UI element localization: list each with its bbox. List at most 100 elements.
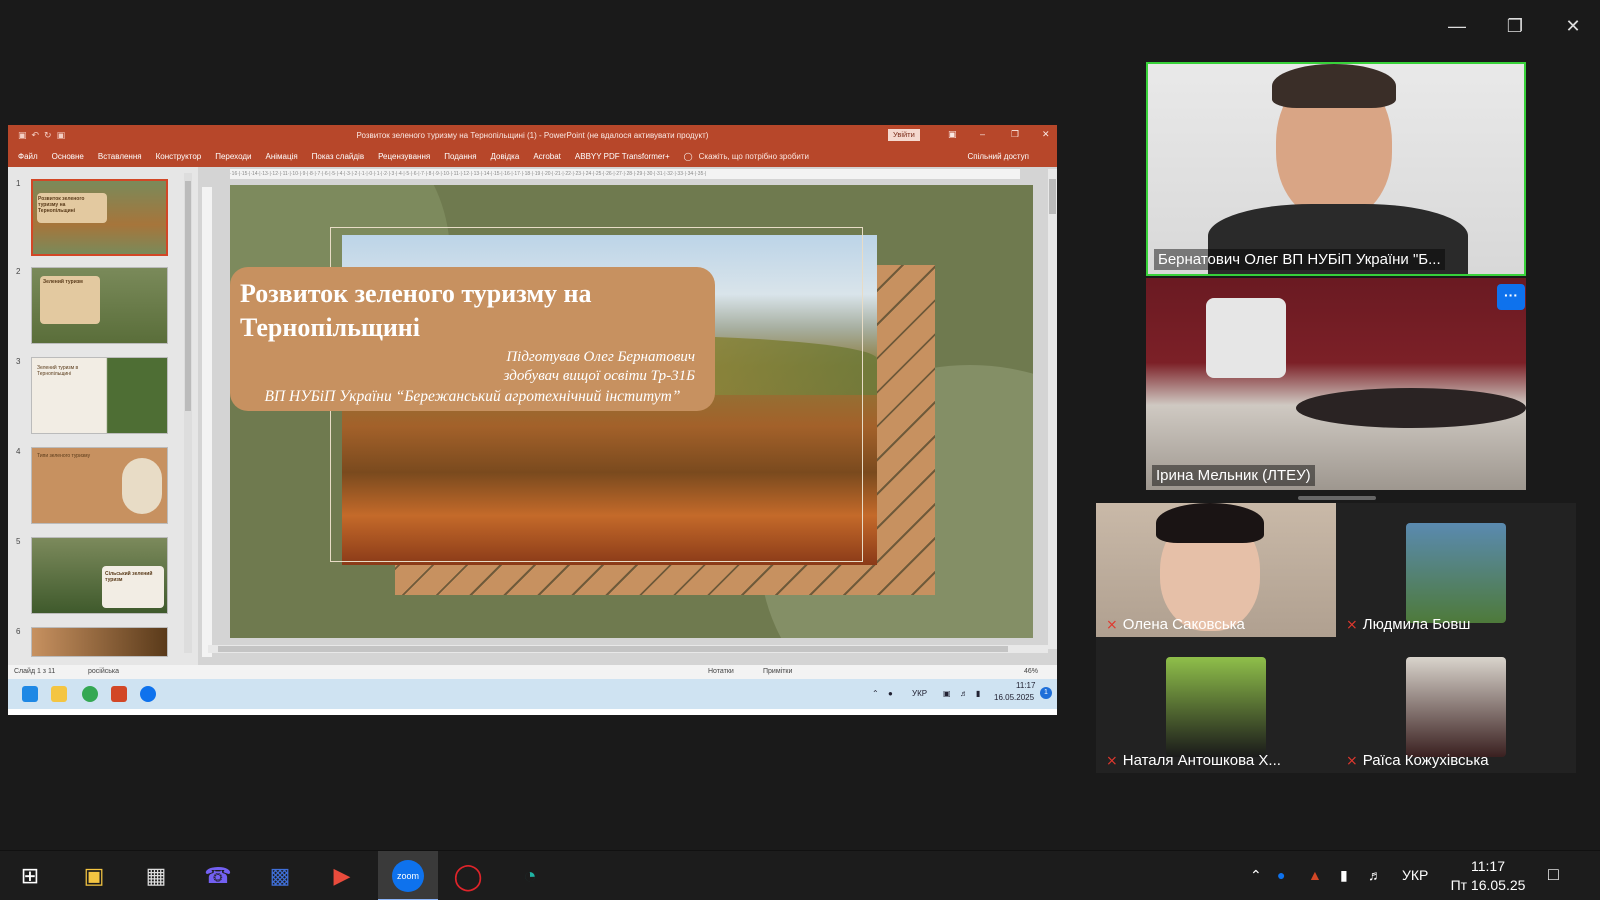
powerpoint-statusbar: Слайд 1 з 11 російська Нотатки Примітки …	[8, 665, 1057, 679]
volume-icon[interactable]: ♬	[1368, 867, 1382, 883]
inner-clock-date: 16.05.2025	[994, 693, 1035, 702]
edge-icon[interactable]: ◔	[514, 860, 546, 892]
sign-in-button[interactable]: Увійти	[888, 129, 920, 141]
tab-view[interactable]: Подання	[444, 152, 476, 161]
chevron-up-icon[interactable]: ⌃	[872, 689, 879, 698]
opera-icon[interactable]: ◯	[452, 860, 484, 892]
tab-transitions[interactable]: Переходи	[215, 152, 251, 161]
close-icon[interactable]: ✕	[1550, 8, 1596, 44]
ppt-restore-icon[interactable]: ❐	[1011, 129, 1019, 140]
more-options-button[interactable]: ···	[1497, 284, 1525, 310]
participant-tile[interactable]: ⨯ Раїса Кожухівська	[1336, 639, 1576, 773]
tab-review[interactable]: Рецензування	[378, 152, 430, 161]
thumbnail-slide-1[interactable]: Розвиток зеленого туризму на Тернопільщи…	[31, 179, 168, 256]
participant-tile-room[interactable]: Ірина Мельник (ЛТЕУ)	[1146, 278, 1526, 490]
thumbnail-number: 6	[16, 627, 21, 636]
thumbnail-slide-2[interactable]: Зелений туризм	[31, 267, 168, 344]
slide-canvas[interactable]: Розвиток зеленого туризму на Тернопільщи…	[230, 185, 1033, 638]
editor-vertical-scrollbar[interactable]	[1048, 169, 1057, 649]
system-clock[interactable]: 11:17 Пт 16.05.25	[1447, 857, 1529, 895]
tab-slideshow[interactable]: Показ слайдів	[312, 152, 364, 161]
tab-file[interactable]: Файл	[18, 152, 38, 161]
participant-avatar	[1166, 657, 1266, 757]
participant-tile[interactable]: ⨯ Людмила Бовш	[1336, 503, 1576, 637]
share-button[interactable]: Спільний доступ	[967, 152, 1029, 161]
presenter-taskbar: ⌃ ● УКР ▣ ♬ ▮ 11:17 16.05.2025 1	[8, 679, 1057, 709]
volume-icon[interactable]: ♬	[960, 689, 968, 698]
inner-language-indicator[interactable]: УКР	[912, 689, 927, 698]
participant-tile[interactable]: ⨯ Наталя Антошкова Х...	[1096, 639, 1336, 773]
ppt-minimize-icon[interactable]: –	[980, 129, 985, 139]
tab-help[interactable]: Довідка	[491, 152, 520, 161]
thumbnail-slide-6[interactable]	[31, 627, 168, 657]
editor-horizontal-scrollbar[interactable]	[208, 645, 1048, 653]
network-icon[interactable]: ▣	[943, 689, 951, 698]
slide-author[interactable]: Підготував Олег Бернатович	[240, 348, 695, 367]
ribbon-tabs: Файл Основне Вставлення Конструктор Пере…	[8, 145, 1057, 167]
slide-institution[interactable]: ВП НУБіП України “Бережанський агротехні…	[230, 387, 715, 406]
file-explorer-icon[interactable]: ▣	[78, 860, 110, 892]
media-app-icon[interactable]: ▶	[326, 860, 358, 892]
clock-time: 11:17	[1471, 858, 1505, 874]
chevron-up-icon[interactable]: ⌃	[1250, 867, 1262, 884]
language-indicator[interactable]: російська	[88, 665, 119, 679]
inner-clock-time: 11:17	[1016, 681, 1036, 690]
comments-button[interactable]: Примітки	[763, 665, 792, 679]
save-disk-icon[interactable]: ▩	[264, 860, 296, 892]
restore-icon[interactable]: ❐	[1492, 8, 1538, 44]
participant-label: ⨯ Олена Саковська	[1106, 616, 1245, 633]
participant-label: ⨯ Раїса Кожухівська	[1346, 752, 1489, 769]
tab-abbyy[interactable]: ABBYY PDF Transformer+	[575, 152, 670, 161]
slide-author-group[interactable]: здобувач вищої освіти Тр-31Б	[240, 367, 695, 386]
vertical-ruler	[202, 187, 212, 657]
ppt-close-icon[interactable]: ✕	[1042, 129, 1050, 140]
notification-badge[interactable]: 1	[1040, 687, 1052, 699]
language-indicator[interactable]: УКР	[1402, 867, 1428, 883]
tab-animations[interactable]: Анімація	[265, 152, 297, 161]
thumbnail-title	[34, 630, 94, 636]
thumbnail-title: Зелений туризм в Тернопільщині	[37, 365, 79, 377]
participant-tile[interactable]: ⨯ Олена Саковська	[1096, 503, 1336, 637]
slide-title[interactable]: Розвиток зеленого туризму на Тернопільщи…	[240, 277, 710, 345]
thumbnail-slide-5[interactable]: Сільський зелений туризм	[31, 537, 168, 614]
thumbnail-slide-4[interactable]: Типи зеленого туризму	[31, 447, 168, 524]
thumbnail-slide-3[interactable]: Зелений туризм в Тернопільщині	[31, 357, 168, 434]
microphone-icon[interactable]: ▮	[1340, 867, 1348, 884]
muted-mic-icon: ⨯	[1106, 616, 1118, 632]
calculator-icon[interactable]: ▦	[140, 860, 172, 892]
tab-insert[interactable]: Вставлення	[98, 152, 142, 161]
zoom-tray-icon[interactable]: ●	[1277, 867, 1285, 883]
windows-start-icon[interactable]	[22, 686, 38, 702]
participant-avatar	[1406, 657, 1506, 757]
zoom-app-icon[interactable]: zoom	[392, 860, 424, 892]
participant-name: Олена Саковська	[1122, 616, 1245, 633]
gallery-resize-handle[interactable]	[1298, 496, 1376, 500]
active-speaker-tile[interactable]: Бернатович Олег ВП НУБіП України "Б...	[1146, 62, 1526, 276]
participant-name: Ірина Мельник (ЛТЕУ)	[1152, 465, 1315, 486]
thumbnail-title: Сільський зелений туризм	[105, 571, 153, 583]
ribbon-display-icon[interactable]: ▣	[948, 129, 957, 140]
notes-button[interactable]: Нотатки	[708, 665, 734, 679]
slide-counter: Слайд 1 з 11	[14, 668, 56, 675]
tab-acrobat[interactable]: Acrobat	[533, 152, 561, 161]
viber-icon[interactable]: ☎	[202, 860, 234, 892]
windows-start-icon[interactable]: ⊞	[14, 860, 46, 892]
zoom-level[interactable]: 46%	[1024, 665, 1038, 679]
tray-app-icon[interactable]: ▲	[1308, 867, 1322, 883]
thumbnail-number: 4	[16, 447, 21, 456]
powerpoint-icon[interactable]	[111, 686, 127, 702]
battery-icon[interactable]: ▮	[976, 689, 980, 698]
thumbnails-scrollbar[interactable]	[184, 173, 192, 653]
thumbnail-title: Розвиток зеленого туризму на Тернопільщи…	[38, 196, 85, 214]
zoom-app-icon[interactable]	[140, 686, 156, 702]
participant-name: Людмила Бовш	[1362, 616, 1471, 633]
tell-me-field[interactable]: Скажіть, що потрібно зробити	[699, 152, 809, 161]
file-explorer-icon[interactable]	[51, 686, 67, 702]
minimize-icon[interactable]: —	[1434, 8, 1480, 44]
microphone-icon[interactable]: ●	[888, 689, 893, 698]
notifications-icon[interactable]: □	[1548, 864, 1559, 885]
chrome-icon[interactable]	[82, 686, 98, 702]
participant-label: ⨯ Наталя Антошкова Х...	[1106, 752, 1281, 769]
tab-design[interactable]: Конструктор	[156, 152, 202, 161]
tab-home[interactable]: Основне	[52, 152, 84, 161]
